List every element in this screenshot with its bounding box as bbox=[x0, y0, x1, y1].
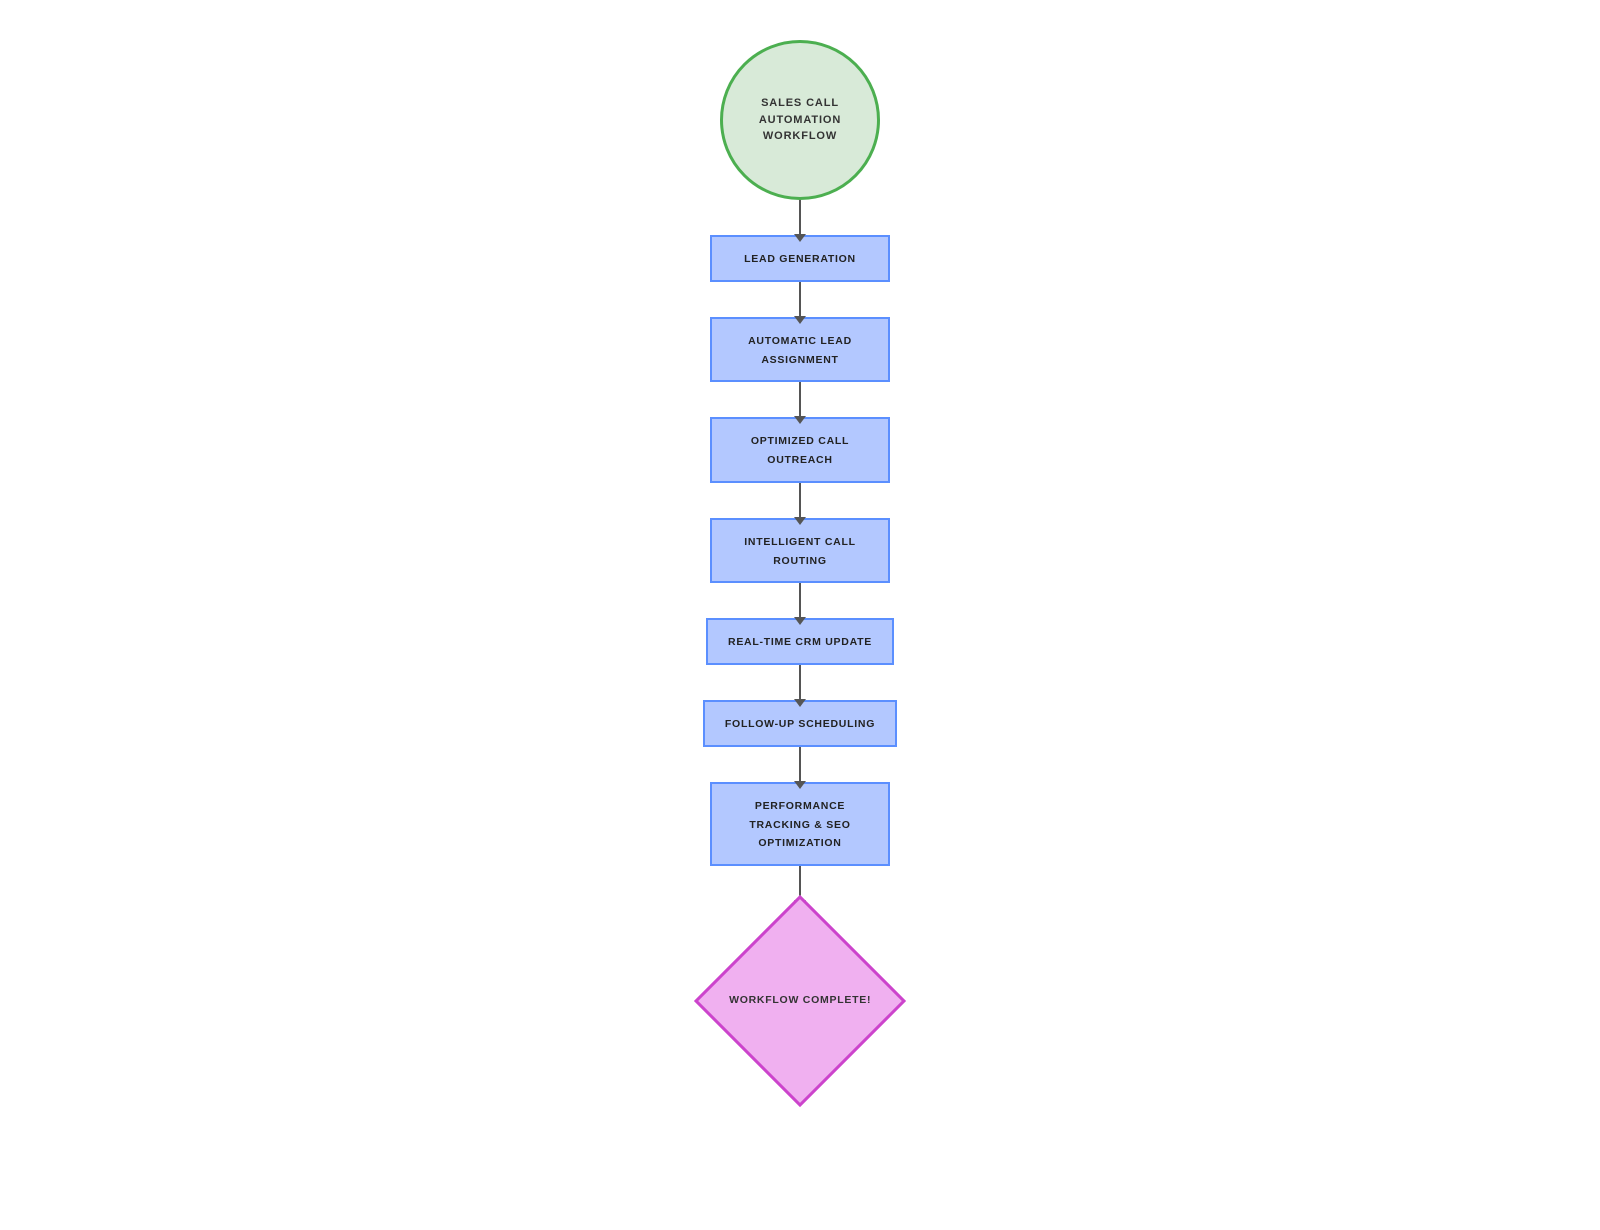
step-automatic-lead-assignment: AUTOMATIC LEAD ASSIGNMENT bbox=[710, 317, 890, 383]
arrow-4 bbox=[799, 583, 801, 618]
step-intelligent-call-routing-label: INTELLIGENT CALL ROUTING bbox=[744, 536, 856, 567]
step-intelligent-call-routing: INTELLIGENT CALL ROUTING bbox=[710, 518, 890, 584]
step-follow-up-scheduling: FOLLOW-UP SCHEDULING bbox=[703, 700, 897, 747]
end-node-wrapper: WORKFLOW COMPLETE! bbox=[700, 901, 900, 1101]
start-node: SALES CALL AUTOMATION WORKFLOW bbox=[720, 40, 880, 200]
arrow-1 bbox=[799, 282, 801, 317]
step-lead-generation-label: LEAD GENERATION bbox=[744, 253, 856, 265]
step-optimized-call-outreach-label: OPTIMIZED CALL OUTREACH bbox=[751, 435, 849, 466]
step-optimized-call-outreach: OPTIMIZED CALL OUTREACH bbox=[710, 417, 890, 483]
start-node-label: SALES CALL AUTOMATION WORKFLOW bbox=[723, 95, 877, 145]
step-automatic-lead-assignment-label: AUTOMATIC LEAD ASSIGNMENT bbox=[748, 335, 852, 366]
end-node-label: WORKFLOW COMPLETE! bbox=[729, 993, 871, 1009]
arrow-6 bbox=[799, 747, 801, 782]
flowchart: SALES CALL AUTOMATION WORKFLOW LEAD GENE… bbox=[650, 10, 950, 1161]
end-node: WORKFLOW COMPLETE! bbox=[694, 895, 906, 1107]
arrow-2 bbox=[799, 382, 801, 417]
arrow-3 bbox=[799, 483, 801, 518]
step-performance-tracking-label: PERFORMANCE TRACKING & SEO OPTIMIZATION bbox=[749, 800, 850, 850]
step-follow-up-scheduling-label: FOLLOW-UP SCHEDULING bbox=[725, 718, 875, 730]
arrow-5 bbox=[799, 665, 801, 700]
step-performance-tracking: PERFORMANCE TRACKING & SEO OPTIMIZATION bbox=[710, 782, 890, 866]
step-lead-generation: LEAD GENERATION bbox=[710, 235, 890, 282]
step-real-time-crm-update-label: REAL-TIME CRM UPDATE bbox=[728, 636, 872, 648]
arrow-0 bbox=[799, 200, 801, 235]
step-real-time-crm-update: REAL-TIME CRM UPDATE bbox=[706, 618, 894, 665]
